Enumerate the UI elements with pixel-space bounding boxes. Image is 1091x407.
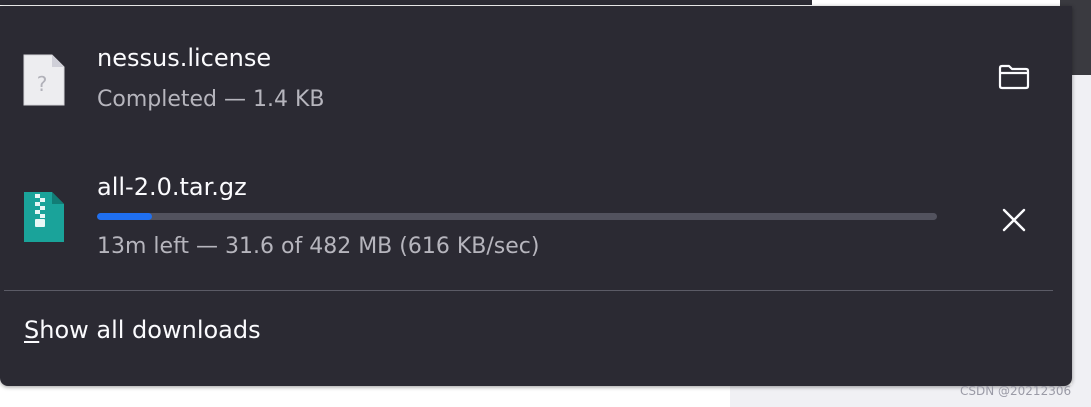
show-all-downloads-button[interactable]: Show all downloads [24,316,261,344]
footer-separator [4,290,1053,291]
watermark: CSDN @20212306 [960,384,1072,398]
accesskey-letter: S [24,316,40,344]
cancel-download-button[interactable] [990,198,1038,246]
browser-tab-strip [0,0,812,5]
question-mark-glyph: ? [37,72,48,96]
downloads-panel: ? nessus.license Completed — 1.4 KB all-… [0,6,1072,386]
open-folder-button[interactable] [990,55,1038,103]
archive-file-icon [22,190,66,244]
download-item[interactable]: ? nessus.license Completed — 1.4 KB [0,6,1072,146]
download-progress-fill [97,213,153,220]
download-item[interactable]: all-2.0.tar.gz 13m left — 31.6 of 482 MB… [0,146,1072,286]
page-background-right [1072,75,1091,407]
close-icon [1001,207,1027,237]
download-status: Completed — 1.4 KB [97,87,325,112]
show-all-downloads-label: how all downloads [39,316,261,344]
download-file-name: nessus.license [97,44,272,72]
download-progress-bar [97,213,937,220]
folder-icon [998,64,1030,94]
unknown-file-icon: ? [22,53,66,107]
download-status: 13m left — 31.6 of 482 MB (616 KB/sec) [97,234,540,259]
download-file-name: all-2.0.tar.gz [97,173,247,201]
